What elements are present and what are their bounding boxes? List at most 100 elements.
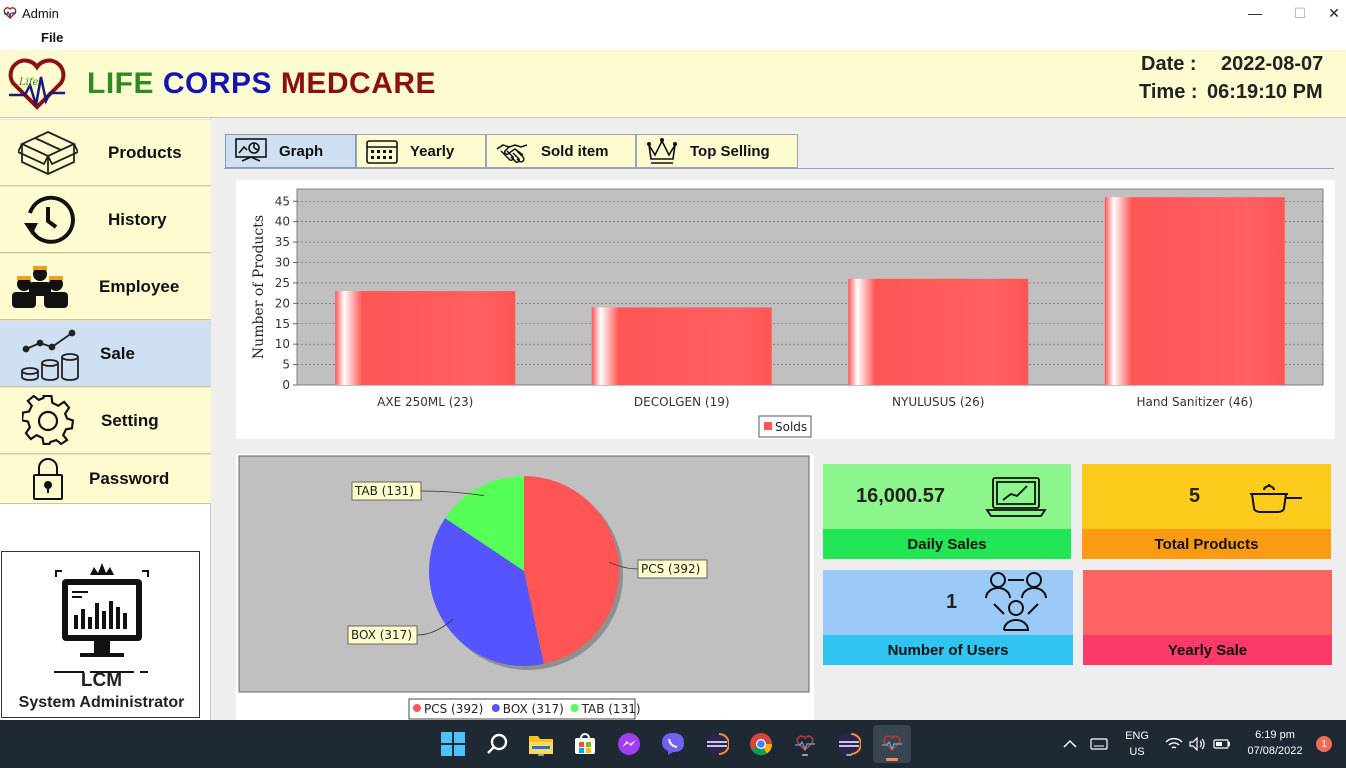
sidebar: Products History Employee Sale Setting P… [0, 118, 211, 720]
window-title: Admin [22, 5, 59, 21]
active-indicator [886, 758, 898, 761]
notification-badge[interactable]: 1 [1316, 736, 1332, 752]
eclipse-icon-2[interactable] [833, 728, 865, 760]
brand-word-life: LIFE [87, 67, 154, 100]
x-tick-label: Hand Sanitizer (46) [1137, 395, 1253, 409]
pie-label: BOX (317) [351, 628, 412, 642]
wifi-icon[interactable] [1162, 728, 1186, 760]
eclipse-icon[interactable] [701, 728, 733, 760]
tab-yearly[interactable]: Yearly [356, 134, 486, 168]
date-value: 2022-08-07 [1221, 53, 1324, 75]
tab-sold-item[interactable]: Sold item [486, 134, 636, 168]
sale-chart-icon [18, 327, 82, 381]
java-app-icon-2[interactable] [873, 725, 911, 763]
tab-top-selling[interactable]: Top Selling [636, 134, 798, 168]
total-products-card: Total Products 5 [1082, 464, 1331, 559]
brand-title: LIFE CORPS MEDCARE [87, 67, 436, 101]
bar [335, 291, 516, 385]
date-label: Date : [1141, 53, 1197, 75]
card-label: Number of Users [823, 635, 1073, 665]
tab-strip-divider [224, 168, 1334, 169]
legend-label: TAB (131) [581, 702, 641, 716]
users-value: 1 [946, 591, 958, 613]
legend-label: PCS (392) [424, 702, 483, 716]
language-region[interactable]: US [1122, 746, 1152, 758]
brand-word-corps: CORPS [162, 67, 273, 100]
viber-icon[interactable] [657, 728, 689, 760]
history-icon [16, 193, 80, 247]
sidebar-item-password[interactable]: Password [0, 454, 211, 504]
java-app-icon[interactable] [789, 728, 821, 760]
menu-bar: File [0, 26, 1346, 50]
sidebar-item-history[interactable]: History [0, 186, 211, 253]
tab-graph[interactable]: Graph [225, 134, 356, 168]
clock-date[interactable]: 07/08/2022 [1240, 745, 1310, 757]
y-tick-label: 0 [282, 378, 290, 392]
bar [848, 278, 1029, 385]
y-tick-label: 35 [275, 235, 290, 249]
maximize-button[interactable]: ☐ [1277, 0, 1323, 26]
tab-label: Graph [279, 142, 324, 160]
chrome-icon[interactable] [745, 728, 777, 760]
close-button[interactable]: ✕ [1322, 0, 1346, 26]
y-tick-label: 15 [275, 317, 290, 331]
sidebar-item-label: Sale [100, 343, 135, 363]
admin-monitor-icon [54, 563, 149, 673]
profile-role: System Administrator [18, 694, 185, 711]
x-tick-label: NYULUSUS (26) [892, 395, 984, 409]
clock-time[interactable]: 6:19 pm [1240, 729, 1310, 741]
store-icon[interactable] [569, 728, 601, 760]
keyboard-icon[interactable] [1087, 728, 1111, 760]
sidebar-item-setting[interactable]: Setting [0, 387, 211, 454]
svg-text:Life: Life [18, 77, 39, 88]
legend-swatch [491, 704, 500, 712]
minimize-button[interactable]: — [1232, 0, 1278, 26]
users-card: Number of Users 1 [823, 570, 1073, 665]
x-tick-label: AXE 250ML (23) [377, 395, 473, 409]
volume-icon[interactable] [1186, 728, 1210, 760]
brand-word-medcare: MEDCARE [280, 67, 437, 100]
pie-label: PCS (392) [641, 562, 700, 576]
pie-chart-panel: PCS (392) BOX (317) TAB (131) PCS (392) BOX … [236, 454, 814, 720]
daily-sales-value: 16,000.57 [856, 485, 945, 507]
minimize-glyph: — [1248, 5, 1262, 21]
sidebar-item-sale[interactable]: Sale [0, 320, 211, 387]
file-explorer-icon[interactable] [525, 728, 557, 760]
bar-legend: Solds [758, 415, 812, 438]
maximize-glyph: ☐ [1293, 4, 1307, 21]
messenger-icon[interactable] [613, 728, 645, 760]
sidebar-item-label: Employee [99, 276, 180, 296]
start-icon[interactable] [437, 728, 469, 760]
search-icon[interactable] [481, 728, 513, 760]
tab-label: Sold item [541, 142, 609, 160]
sidebar-item-label: Products [108, 142, 182, 162]
bar [591, 307, 772, 385]
app-heart-icon [3, 7, 17, 19]
x-tick-label: DECOLGEN (19) [634, 395, 730, 409]
y-tick-label: 45 [275, 194, 290, 208]
pie-label: TAB (131) [354, 484, 414, 498]
close-glyph: ✕ [1328, 4, 1340, 21]
tab-label: Yearly [410, 142, 455, 160]
chevron-up-icon[interactable] [1060, 728, 1080, 760]
admin-profile: LCM System Administrator [1, 551, 200, 718]
sidebar-item-products[interactable]: Products [0, 119, 211, 186]
presentation-icon [235, 138, 267, 162]
running-indicator [802, 754, 808, 756]
gear-icon [16, 394, 80, 448]
sidebar-item-employee[interactable]: Employee [0, 253, 211, 320]
legend-label: BOX (317) [503, 702, 564, 716]
y-axis-title: Number of Products [251, 215, 267, 359]
daily-sales-card: Daily Sales 16,000.57 [823, 464, 1071, 559]
battery-icon[interactable] [1210, 728, 1234, 760]
running-indicator [846, 754, 852, 756]
menu-file[interactable]: File [41, 30, 63, 45]
language-code[interactable]: ENG [1122, 730, 1152, 742]
y-tick-label: 25 [275, 276, 290, 290]
laptop-chart-icon [985, 477, 1047, 517]
card-label: Yearly Sale [1083, 635, 1332, 665]
profile-short-name: LCM [80, 670, 123, 691]
time-label: Time : [1139, 81, 1198, 103]
taskbar: ENG US 6:19 pm 07/08/2022 1 [0, 720, 1346, 768]
app-header: Life LIFE CORPS MEDCARE Date : 2022-08-0… [0, 50, 1346, 118]
